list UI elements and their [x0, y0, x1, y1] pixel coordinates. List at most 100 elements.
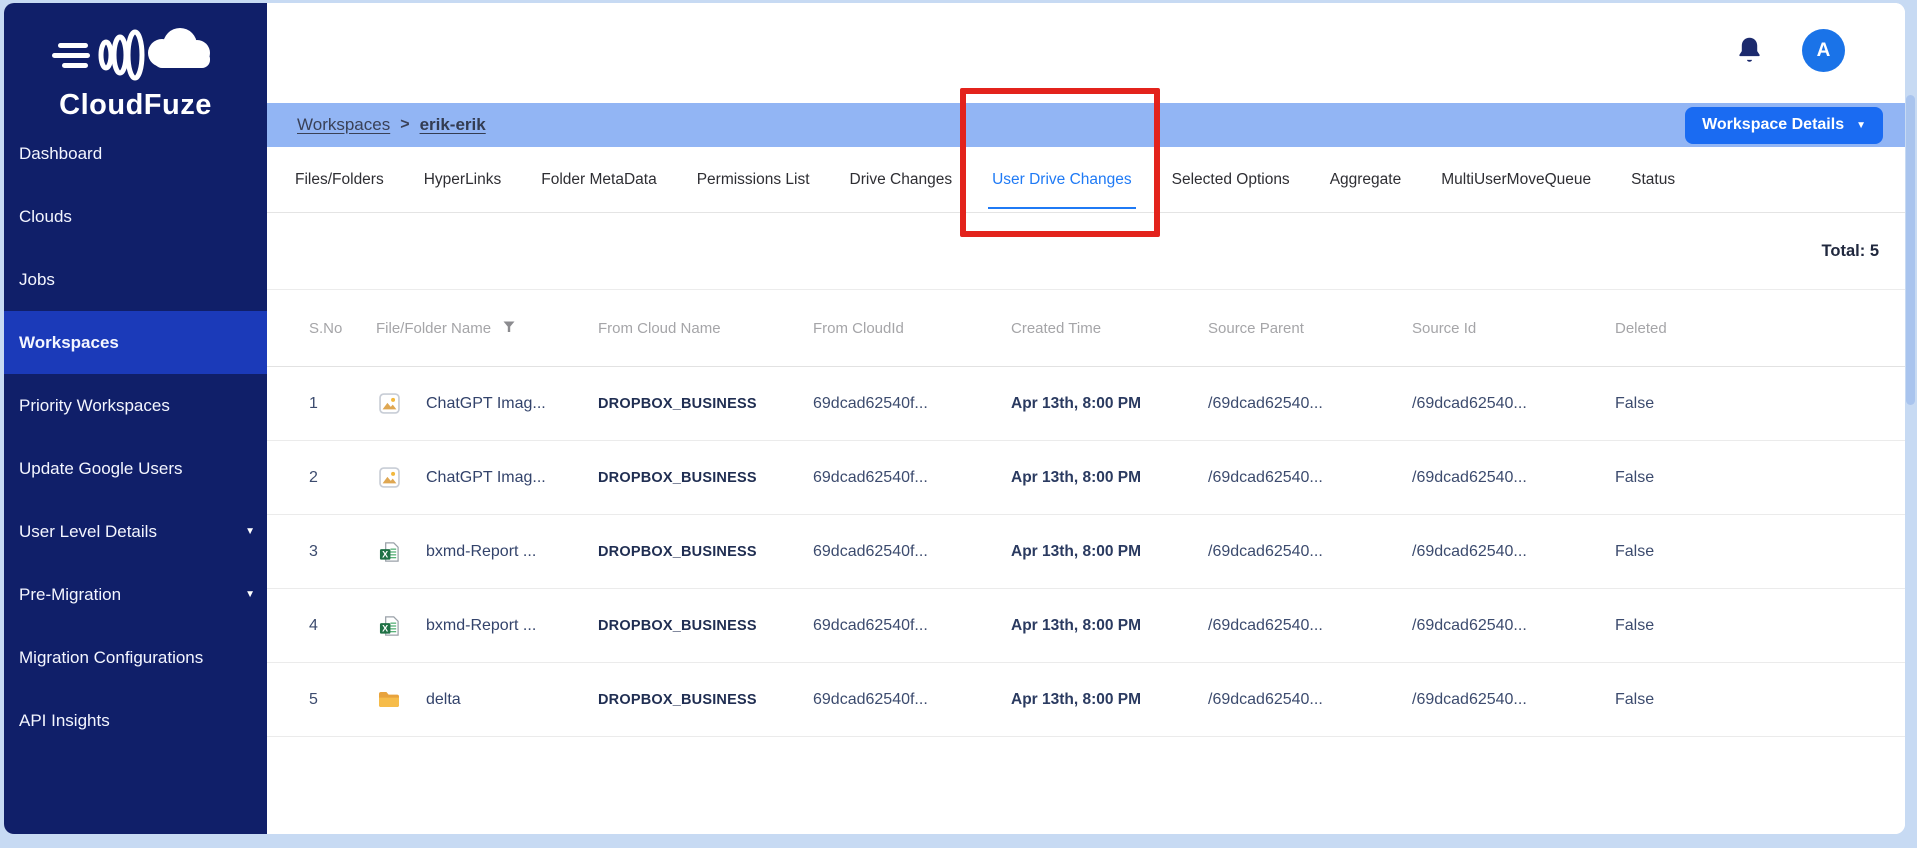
cell-sno: 4 [309, 616, 318, 634]
workspace-details-label: Workspace Details [1702, 116, 1845, 133]
filter-funnel-icon[interactable] [503, 320, 515, 337]
avatar-letter: A [1816, 39, 1831, 61]
sidebar-item[interactable]: Priority Workspaces ▼ [4, 374, 267, 437]
column-header-sno: S.No [309, 319, 343, 337]
cell-created-time: Apr 13th, 8:00 PM [1011, 542, 1142, 560]
cell-from-cloud-id: 69dcad62540f... [813, 394, 928, 412]
tab-label: Status [1631, 170, 1676, 188]
notification-bell-icon[interactable] [1736, 36, 1763, 70]
sidebar-item[interactable]: Pre-Migration ▼ [4, 563, 267, 626]
cell-file-name: ChatGPT Imag... [376, 393, 598, 414]
file-type-icon: X [378, 615, 400, 637]
table-row[interactable]: 4 X bxmd-Report ... DROPBOX_BUSINESS 69d… [267, 589, 1905, 663]
table-row[interactable]: 2 ChatGPT Imag... DROPBOX_BUSINESS 69dca… [267, 441, 1905, 515]
tab[interactable]: HyperLinks [424, 147, 502, 212]
file-name-label: ChatGPT Imag... [426, 394, 546, 412]
tab[interactable]: Aggregate [1330, 147, 1402, 212]
tab[interactable]: Status [1631, 147, 1675, 212]
file-name-label: delta [426, 690, 461, 708]
cell-deleted: False [1615, 616, 1655, 634]
sidebar-item[interactable]: API Insights ▼ [4, 689, 267, 752]
cell-from-cloud-name: DROPBOX_BUSINESS [598, 543, 757, 560]
cell-created-time: Apr 13th, 8:00 PM [1011, 394, 1142, 412]
column-header-name: File/Folder Name [376, 320, 598, 337]
cell-from-cloud-id: 69dcad62540f... [813, 616, 928, 634]
workspace-details-button[interactable]: Workspace Details ▼ [1685, 106, 1883, 144]
tab-label: Folder MetaData [541, 170, 657, 188]
cloudfuze-logo-icon [51, 28, 210, 81]
column-header-deleted: Deleted [1615, 319, 1667, 337]
breadcrumb-root-link[interactable]: Workspaces [297, 115, 390, 135]
cell-deleted: False [1615, 542, 1655, 560]
cell-sno: 2 [309, 468, 318, 486]
topbar: A [267, 3, 1905, 103]
avatar[interactable]: A [1802, 29, 1845, 72]
tab[interactable]: Selected Options [1172, 147, 1290, 212]
chevron-down-icon: ▼ [245, 526, 255, 537]
cell-file-name: X bxmd-Report ... [376, 615, 598, 637]
sidebar-item[interactable]: Migration Configurations ▼ [4, 626, 267, 689]
cell-from-cloud-name: DROPBOX_BUSINESS [598, 617, 757, 634]
app-window: CloudFuze Dashboard ▼ Clouds ▼ Jobs [4, 3, 1905, 834]
cell-sno: 3 [309, 542, 318, 560]
cloudfuze-logo: CloudFuze [4, 15, 267, 122]
tab-label: Aggregate [1329, 170, 1402, 188]
sidebar-nav: Dashboard ▼ Clouds ▼ Jobs ▼ Workspa [4, 122, 267, 752]
cell-source-parent: /69dcad62540... [1208, 468, 1323, 486]
breadcrumb-separator: > [400, 116, 410, 133]
cell-source-id: /69dcad62540... [1412, 616, 1527, 634]
tab-label: Drive Changes [849, 170, 953, 188]
image-file-icon [378, 393, 400, 414]
sidebar-item[interactable]: Jobs ▼ [4, 248, 267, 311]
cell-sno: 1 [309, 394, 318, 412]
sidebar-item[interactable]: Dashboard ▼ [4, 122, 267, 185]
cell-source-parent: /69dcad62540... [1208, 542, 1323, 560]
sidebar-item-label: Jobs [19, 269, 55, 289]
tab-label: Files/Folders [295, 170, 384, 188]
sidebar-item[interactable]: Workspaces ▼ [4, 311, 267, 374]
tab-label: User Drive Changes [992, 170, 1132, 188]
chevron-down-icon: ▼ [1856, 119, 1866, 131]
column-header-source-parent: Source Parent [1208, 319, 1304, 337]
tab-label: MultiUserMoveQueue [1441, 170, 1592, 188]
tab[interactable]: MultiUserMoveQueue [1441, 147, 1591, 212]
table-row[interactable]: 5 delta DROPBOX_BUSINESS 69dcad62540f...… [267, 663, 1905, 737]
cell-source-id: /69dcad62540... [1412, 542, 1527, 560]
file-type-icon [378, 467, 400, 488]
tab[interactable]: Permissions List [697, 147, 810, 212]
cell-deleted: False [1615, 468, 1655, 486]
tab-label: Selected Options [1171, 170, 1290, 188]
cell-created-time: Apr 13th, 8:00 PM [1011, 616, 1142, 634]
tab[interactable]: User Drive Changes [988, 147, 1136, 212]
cell-sno: 5 [309, 690, 318, 708]
sidebar-item[interactable]: Update Google Users ▼ [4, 437, 267, 500]
cell-source-parent: /69dcad62540... [1208, 690, 1323, 708]
breadcrumb-current[interactable]: erik-erik [420, 115, 486, 135]
sidebar: CloudFuze Dashboard ▼ Clouds ▼ Jobs [4, 3, 267, 834]
main-area: A Workspaces > erik-erik Workspace Detai… [267, 3, 1905, 834]
brand-name: CloudFuze [59, 89, 212, 121]
table-row[interactable]: 1 ChatGPT Imag... DROPBOX_BUSINESS 69dca… [267, 367, 1905, 441]
sidebar-item-label: API Insights [19, 710, 110, 730]
cell-source-parent: /69dcad62540... [1208, 394, 1323, 412]
image-file-icon [378, 467, 400, 488]
tab[interactable]: Drive Changes [850, 147, 953, 212]
cell-file-name: X bxmd-Report ... [376, 541, 598, 563]
file-name-label: bxmd-Report ... [426, 542, 537, 560]
tab-bar: Files/Folders HyperLinks Folder MetaData… [267, 147, 1905, 213]
sidebar-item[interactable]: Clouds ▼ [4, 185, 267, 248]
total-count: Total: 5 [1821, 241, 1879, 260]
sidebar-item-label: Dashboard [19, 143, 103, 163]
table-header: S.No File/Folder Name From Cloud Name Fr… [267, 290, 1905, 367]
cell-from-cloud-id: 69dcad62540f... [813, 468, 928, 486]
tab[interactable]: Folder MetaData [541, 147, 656, 212]
sidebar-item-label: Pre-Migration [19, 584, 122, 604]
cell-created-time: Apr 13th, 8:00 PM [1011, 690, 1142, 708]
folder-icon [379, 691, 399, 707]
sidebar-item[interactable]: User Level Details ▼ [4, 500, 267, 563]
table-row[interactable]: 3 X bxmd-Report ... DROPBOX_BUSINESS 69d… [267, 515, 1905, 589]
sidebar-item-label: Priority Workspaces [19, 395, 170, 415]
scrollbar-thumb[interactable] [1906, 95, 1915, 405]
tab[interactable]: Files/Folders [295, 147, 384, 212]
cell-created-time: Apr 13th, 8:00 PM [1011, 468, 1142, 486]
